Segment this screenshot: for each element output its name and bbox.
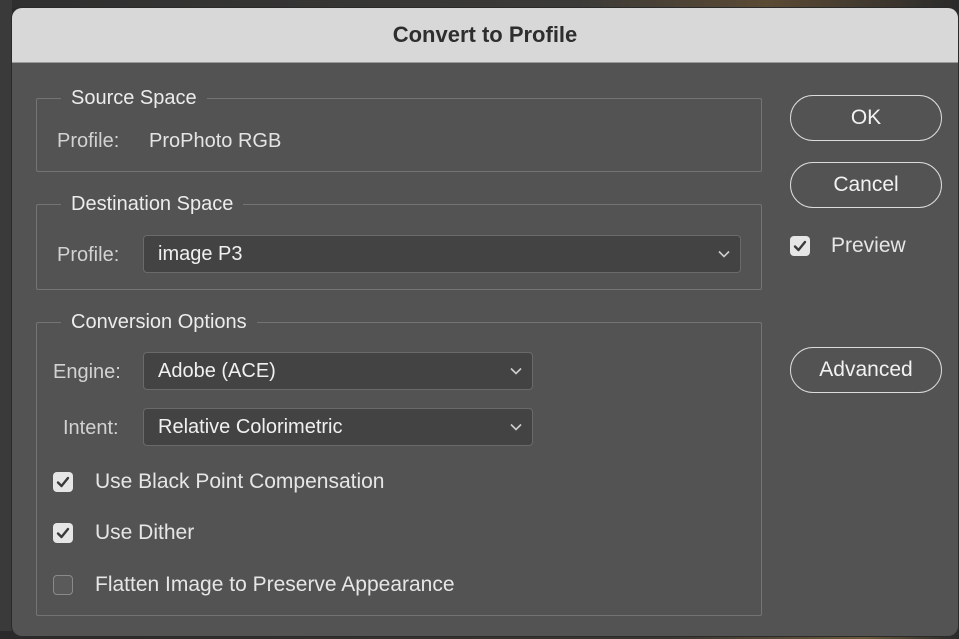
flatten-image-label[interactable]: Flatten Image to Preserve Appearance: [95, 572, 455, 598]
ok-button[interactable]: OK: [790, 95, 942, 141]
intent-select[interactable]: Relative Colorimetric: [143, 408, 533, 446]
chevron-down-icon: [510, 367, 522, 375]
destination-profile-label: Profile:: [57, 244, 120, 266]
chevron-down-icon: [510, 423, 522, 431]
source-profile-value: ProPhoto RGB: [149, 130, 282, 152]
cancel-button[interactable]: Cancel: [790, 162, 942, 208]
checkmark-icon: [56, 527, 70, 539]
background-window-edge: [0, 0, 12, 639]
black-point-compensation-checkbox[interactable]: [53, 472, 73, 492]
chevron-down-icon: [718, 250, 730, 258]
preview-label[interactable]: Preview: [831, 233, 906, 259]
engine-select[interactable]: Adobe (ACE): [143, 352, 533, 390]
conversion-options-group: Conversion Options Engine: Adobe (ACE) I…: [36, 309, 762, 616]
checkmark-icon: [56, 476, 70, 488]
flatten-image-checkbox[interactable]: [53, 575, 73, 595]
destination-profile-value: image P3: [158, 243, 243, 265]
engine-value: Adobe (ACE): [158, 360, 276, 382]
checkmark-icon: [793, 240, 807, 252]
convert-to-profile-dialog: Convert to Profile Source Space Profile:…: [12, 8, 958, 636]
background-window-edge: [0, 0, 959, 8]
destination-space-group: Destination Space Profile: image P3: [36, 191, 762, 290]
conversion-options-legend: Conversion Options: [61, 309, 257, 335]
dialog-title: Convert to Profile: [392, 22, 578, 47]
dialog-titlebar[interactable]: Convert to Profile: [12, 8, 958, 63]
intent-value: Relative Colorimetric: [158, 416, 343, 438]
advanced-button[interactable]: Advanced: [790, 347, 942, 393]
preview-checkbox[interactable]: [790, 236, 810, 256]
engine-label: Engine:: [53, 361, 121, 383]
use-dither-label[interactable]: Use Dither: [95, 520, 194, 546]
source-space-legend: Source Space: [61, 85, 207, 111]
destination-space-legend: Destination Space: [61, 191, 244, 217]
black-point-compensation-label[interactable]: Use Black Point Compensation: [95, 469, 384, 495]
source-profile-label: Profile:: [57, 130, 120, 152]
destination-profile-select[interactable]: image P3: [143, 235, 741, 273]
source-space-group: Source Space Profile: ProPhoto RGB: [36, 85, 762, 172]
use-dither-checkbox[interactable]: [53, 523, 73, 543]
intent-label: Intent:: [63, 417, 119, 439]
